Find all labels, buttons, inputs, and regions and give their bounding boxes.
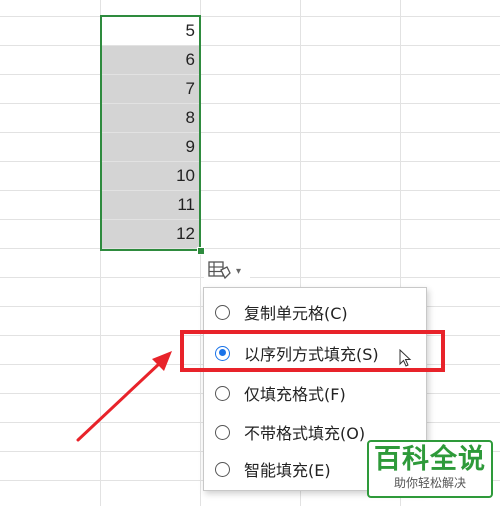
watermark-logo: 百科全说 助你轻松解决: [367, 440, 493, 498]
annotation-arrow-icon: [76, 351, 172, 442]
spreadsheet-screen: 5 6 7 8 9 10 11 12 ▾ 复制单元格(C) 以序列方式填充(S): [0, 0, 500, 506]
watermark-title: 百科全说: [374, 444, 486, 475]
watermark-subtitle: 助你轻松解决: [393, 476, 466, 490]
